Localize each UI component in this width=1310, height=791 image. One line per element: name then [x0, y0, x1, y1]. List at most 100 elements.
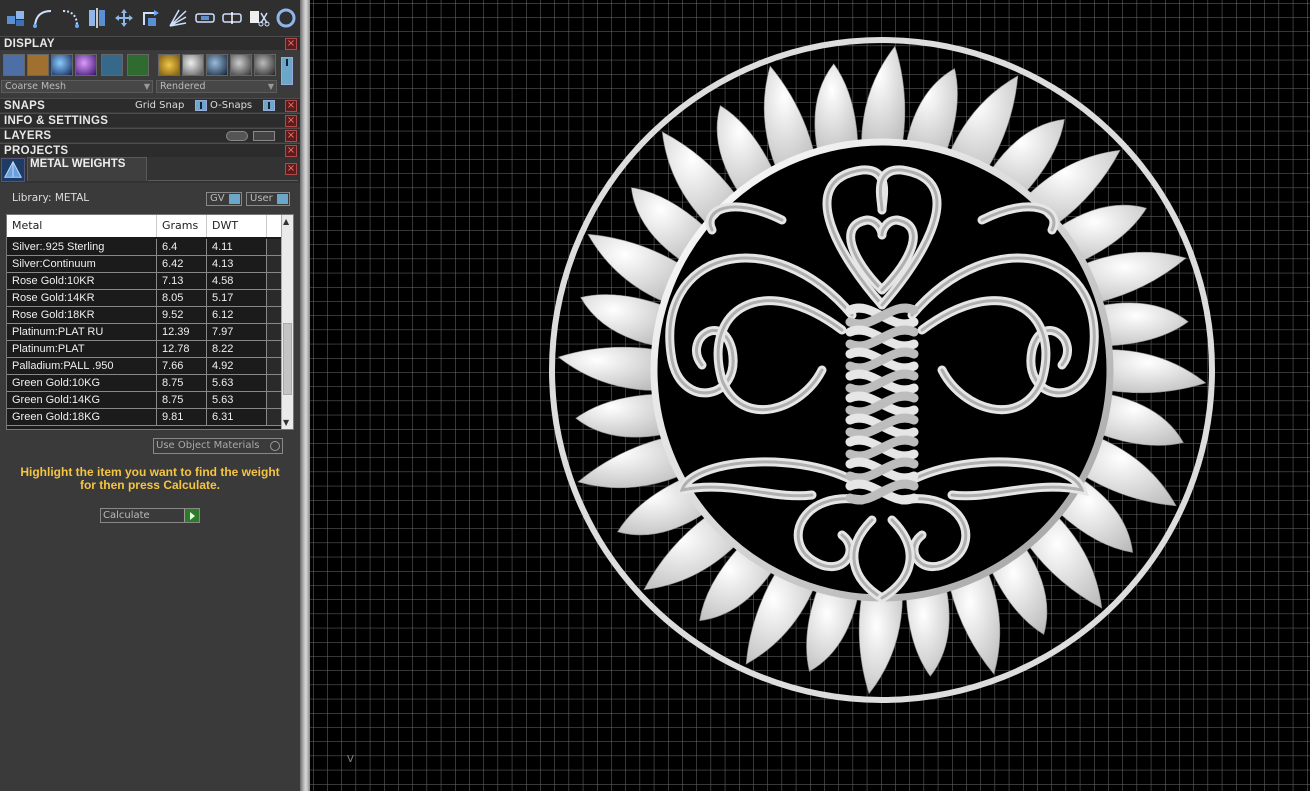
dwt-cell: 6.12 [207, 307, 267, 323]
move-icon[interactable] [111, 3, 137, 33]
instruction-text: Highlight the item you want to find the … [12, 466, 288, 492]
rendered-sphere-icon[interactable] [75, 54, 97, 76]
table-row[interactable]: Rose Gold:14KR 8.05 5.17 [7, 290, 283, 307]
close-icon[interactable]: × [285, 130, 297, 142]
glass-material-icon[interactable] [254, 54, 276, 76]
scrollbar-thumb[interactable] [283, 323, 292, 395]
unlink-icon[interactable] [219, 3, 245, 33]
close-icon[interactable]: × [285, 163, 297, 175]
library-label: Library: METAL [12, 192, 90, 204]
dwt-cell: 4.13 [207, 256, 267, 272]
dark-material-icon[interactable] [206, 54, 228, 76]
close-icon[interactable]: × [285, 100, 297, 112]
gv-label: GV [210, 193, 225, 204]
panel-splitter[interactable] [300, 0, 310, 791]
calculate-button[interactable]: Calculate [100, 508, 200, 523]
link-icon[interactable] [192, 3, 218, 33]
table-row[interactable]: Palladium:PALL .950 7.66 4.92 [7, 358, 283, 375]
user-toggle[interactable]: User [246, 192, 290, 206]
column-header-dwt[interactable]: DWT [207, 215, 267, 237]
shaded-sphere-icon[interactable] [51, 54, 73, 76]
table-row[interactable]: Platinum:PLAT 12.78 8.22 [7, 341, 283, 358]
scissors-icon[interactable] [246, 3, 272, 33]
snaps-title: SNAPS [4, 99, 46, 112]
render-select[interactable]: Rendered ▼ [156, 80, 277, 93]
metal-weights-header: METAL WEIGHTS × [0, 157, 300, 183]
table-row[interactable]: Silver:Continuum 6.42 4.13 [7, 256, 283, 273]
axis-label: V [347, 754, 354, 765]
display-title: DISPLAY [4, 37, 55, 50]
chrome-material-icon[interactable] [230, 54, 252, 76]
calculate-label: Calculate [103, 510, 150, 521]
side-panel: DISPLAY × Coarse Mesh ▼ Rendered ▼ SNAPS… [0, 0, 300, 791]
user-label: User [250, 193, 273, 204]
use-object-materials-label: Use Object Materials [156, 440, 260, 451]
info-title: INFO & SETTINGS [4, 114, 109, 127]
metal-cell: Palladium:PALL .950 [7, 358, 157, 374]
chevron-up-icon[interactable]: ▲ [283, 217, 289, 226]
metal-cell: Rose Gold:14KR [7, 290, 157, 306]
projects-title: PROJECTS [4, 144, 69, 157]
table-row[interactable]: Green Gold:14KG 8.75 5.63 [7, 392, 283, 409]
gold-material-icon[interactable] [158, 54, 180, 76]
gv-toggle[interactable]: GV [206, 192, 242, 206]
metal-weights-title: METAL WEIGHTS [30, 158, 126, 170]
close-icon[interactable]: × [285, 38, 297, 50]
display-toggle[interactable] [281, 57, 293, 85]
grams-cell: 7.66 [157, 358, 207, 374]
metal-cell: Silver:.925 Sterling [7, 239, 157, 255]
metal-cell: Platinum:PLAT RU [7, 324, 157, 340]
metal-cell: Green Gold:14KG [7, 392, 157, 408]
layer-lock-icon[interactable] [226, 131, 248, 141]
table-row[interactable]: Silver:.925 Sterling 6.4 4.11 [7, 239, 283, 256]
table-row[interactable]: Green Gold:18KG 9.81 6.31 [7, 409, 283, 426]
table-row[interactable]: Platinum:PLAT RU 12.39 7.97 [7, 324, 283, 341]
curve-icon[interactable] [57, 3, 83, 33]
instruction-line-2: for then press Calculate. [79, 478, 221, 492]
viewport-canvas[interactable] [310, 0, 1310, 791]
layers-section-header[interactable]: LAYERS × [0, 128, 300, 142]
projects-section-header[interactable]: PROJECTS × [0, 143, 300, 157]
info-section-header[interactable]: INFO & SETTINGS × [0, 113, 300, 127]
grams-cell: 9.81 [157, 409, 207, 425]
table-row[interactable]: Rose Gold:18KR 9.52 6.12 [7, 307, 283, 324]
play-icon [184, 509, 199, 522]
grid-snap-toggle[interactable] [195, 100, 207, 111]
3d-viewport[interactable]: V [310, 0, 1310, 791]
grid-view-icon[interactable] [127, 54, 149, 76]
figure-view-icon[interactable] [27, 54, 49, 76]
radio-icon[interactable] [270, 441, 280, 451]
dwt-cell: 4.58 [207, 273, 267, 289]
close-icon[interactable]: × [285, 115, 297, 127]
grid-snap-label: Grid Snap [135, 100, 185, 111]
mirror-icon[interactable] [84, 3, 110, 33]
chevron-down-icon[interactable]: ▼ [283, 418, 289, 427]
rotate-icon[interactable] [138, 3, 164, 33]
display-section-header[interactable]: DISPLAY × [0, 36, 300, 50]
toolbar [0, 0, 300, 36]
arc-icon[interactable] [30, 3, 56, 33]
o-snaps-toggle[interactable] [263, 100, 275, 111]
metal-cell: Rose Gold:10KR [7, 273, 157, 289]
table-scrollbar[interactable]: ▲ ▼ [281, 215, 293, 429]
table-row[interactable]: Green Gold:10KG 8.75 5.63 [7, 375, 283, 392]
column-header-grams[interactable]: Grams [157, 215, 207, 237]
mesh-select[interactable]: Coarse Mesh ▼ [1, 80, 153, 93]
circle-icon[interactable] [273, 3, 299, 33]
wireframe-view-icon[interactable] [3, 54, 25, 76]
library-row: Library: METAL GV User [0, 189, 300, 209]
cubes-icon[interactable] [3, 3, 29, 33]
silver-material-icon[interactable] [182, 54, 204, 76]
refresh-view-icon[interactable] [101, 54, 123, 76]
fan-icon[interactable] [165, 3, 191, 33]
metal-weights-table[interactable]: Metal Grams DWT Silver:.925 Sterling 6.4 4… [6, 214, 294, 430]
eye-icon[interactable] [253, 131, 275, 141]
snaps-section-header[interactable]: SNAPS Grid Snap O-Snaps × [0, 98, 300, 112]
use-object-materials-option[interactable]: Use Object Materials [153, 438, 283, 454]
close-icon[interactable]: × [285, 145, 297, 157]
table-row[interactable]: Rose Gold:10KR 7.13 4.58 [7, 273, 283, 290]
grams-cell: 8.75 [157, 392, 207, 408]
metal-cell: Green Gold:18KG [7, 409, 157, 425]
grams-cell: 7.13 [157, 273, 207, 289]
column-header-metal[interactable]: Metal [7, 215, 157, 237]
